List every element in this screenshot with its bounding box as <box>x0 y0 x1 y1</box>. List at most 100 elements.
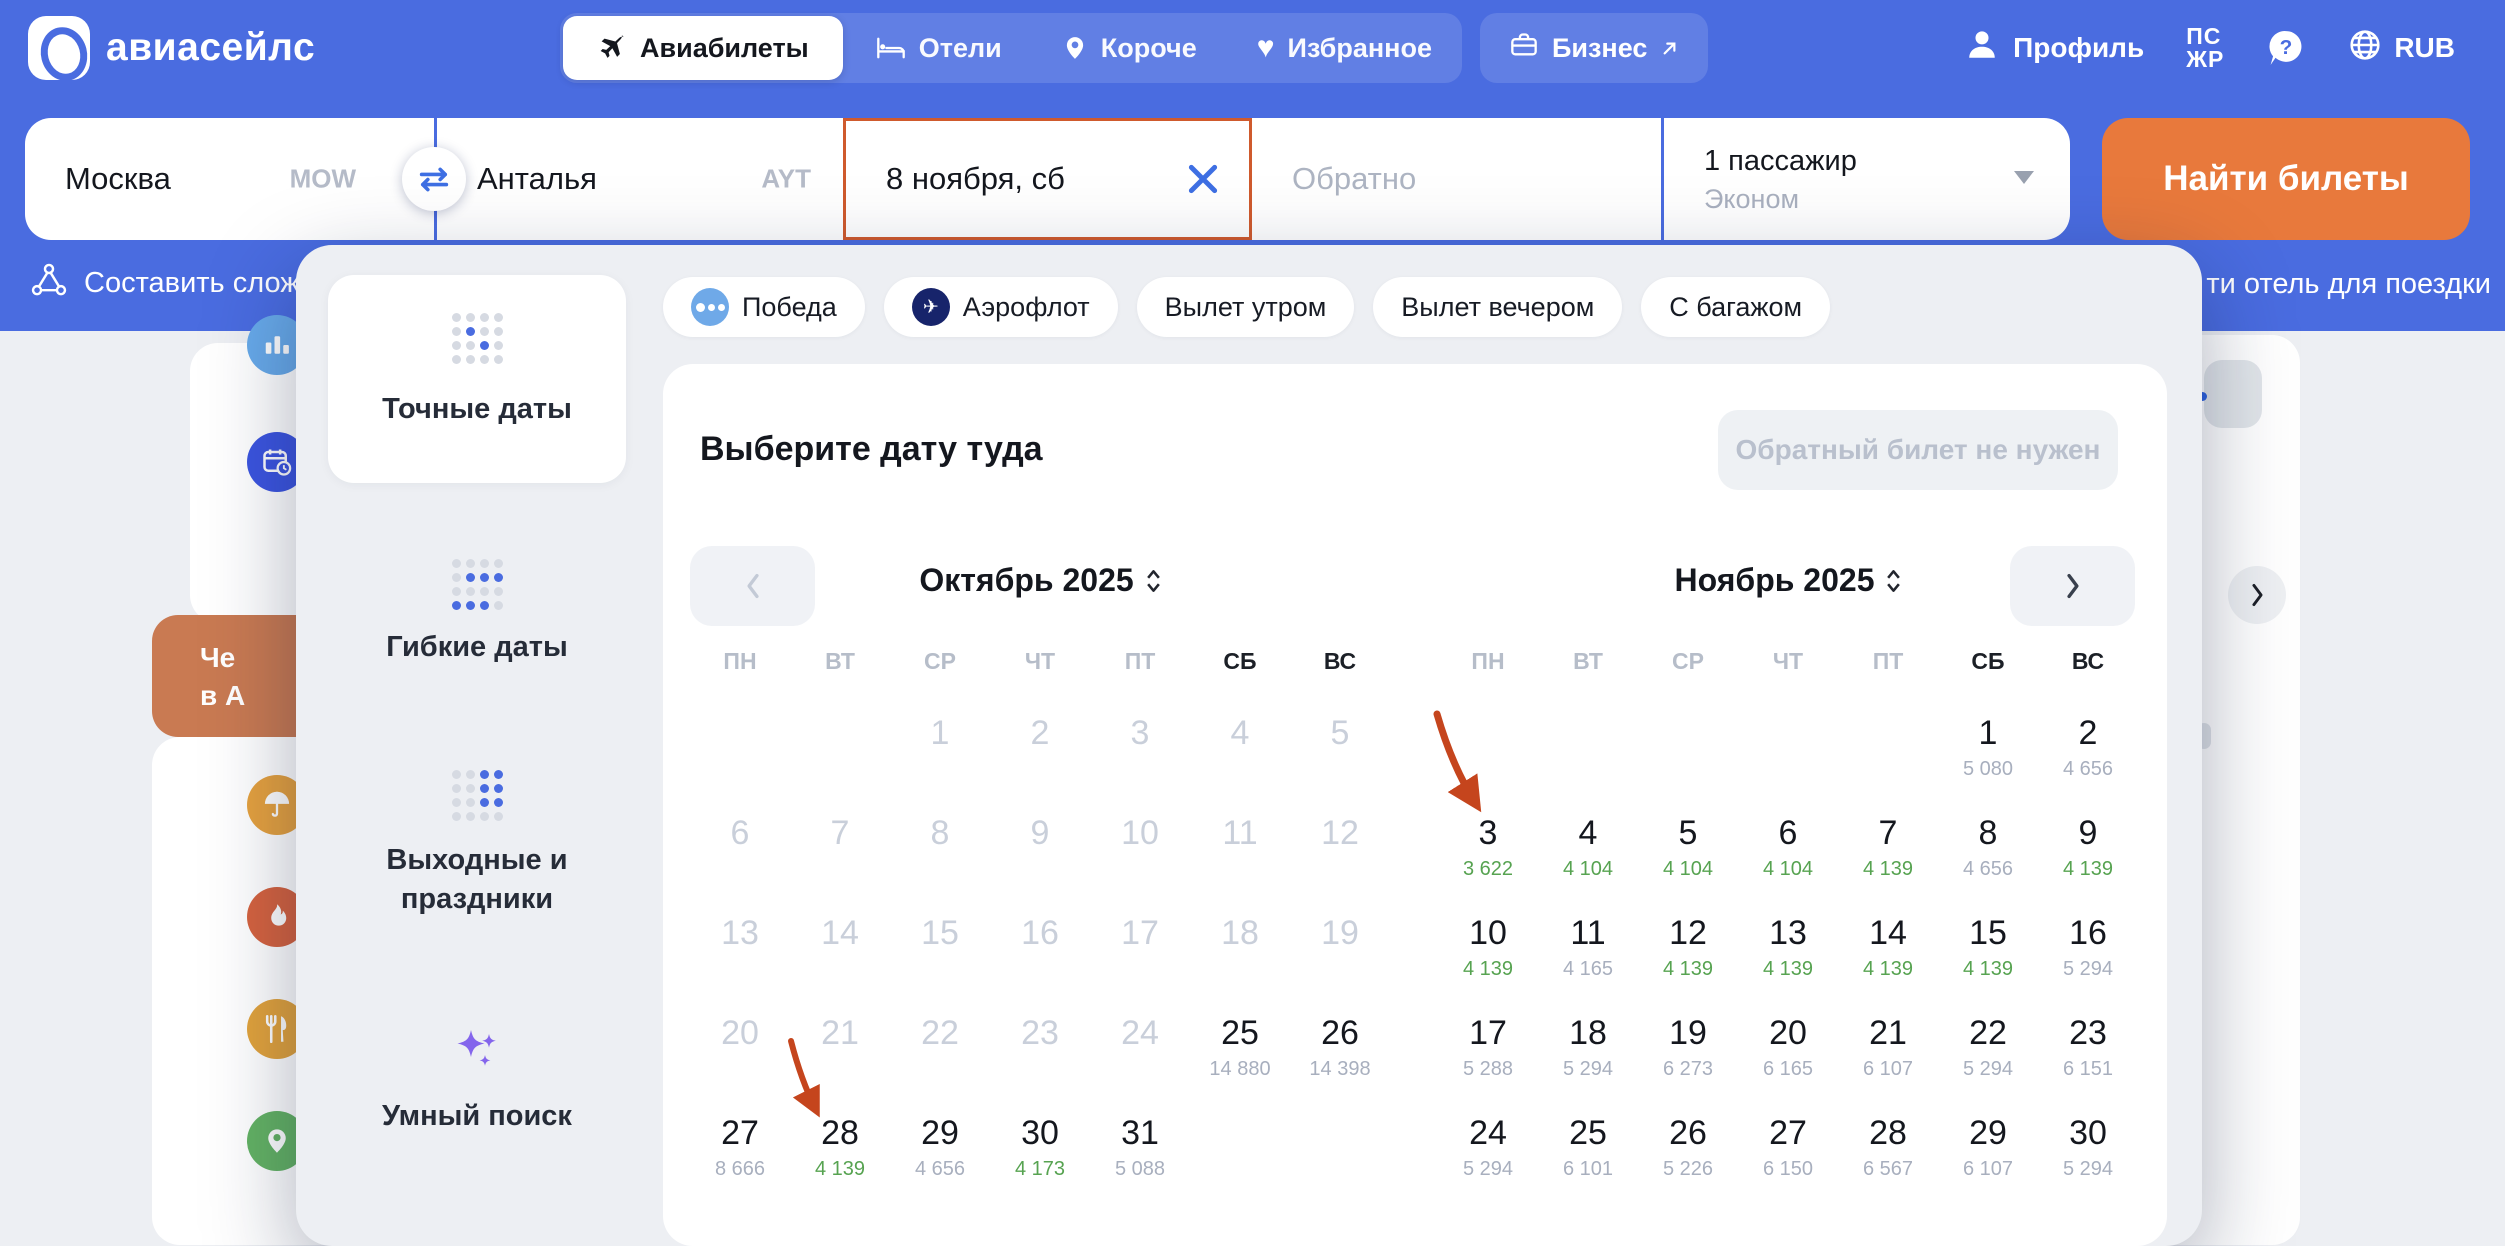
filter-chip[interactable]: Победа <box>663 277 865 337</box>
nav-tab-favorites[interactable]: ♥ Избранное <box>1227 13 1462 83</box>
calendar-day[interactable]: 21 6 107 <box>1838 1000 1938 1100</box>
datepicker-tab-smart-search[interactable]: Умный поиск <box>328 1022 626 1136</box>
day-number: 6 <box>690 812 790 854</box>
day-price: 14 880 <box>1190 1057 1290 1081</box>
datepicker-tab-flexible-dates[interactable]: Гибкие даты <box>328 559 626 667</box>
calendar-day[interactable]: 225 294 <box>1938 1000 2038 1100</box>
no-return-ticket-button[interactable]: Обратный билет не нужен <box>1718 410 2118 490</box>
filter-chip[interactable]: С багажом <box>1641 277 1830 337</box>
filter-chip-label: Аэрофлот <box>963 292 1090 323</box>
calendar-day[interactable]: 284 139 <box>790 1100 890 1200</box>
calendar-day[interactable]: 245 294 <box>1438 1100 1538 1200</box>
calendar-day[interactable]: 33 622 <box>1438 800 1538 900</box>
nav-tab-flights[interactable]: Авиабилеты <box>563 16 843 80</box>
day-price: 6 107 <box>1838 1057 1938 1081</box>
psjr-badge[interactable]: ПС ЖР <box>2186 25 2224 71</box>
calendar-day[interactable]: 154 139 <box>1938 900 2038 1000</box>
currency-selector[interactable]: RUB <box>2348 28 2455 69</box>
day-number: 21 <box>1838 1012 1938 1054</box>
globe-icon <box>2348 28 2382 69</box>
day-price: 4 104 <box>1538 857 1638 881</box>
calendar-day[interactable]: 2514 880 <box>1190 1000 1290 1100</box>
day-number: 28 <box>1838 1112 1938 1154</box>
calendar-day[interactable]: 24 656 <box>2038 700 2138 800</box>
nav-tab-hotels[interactable]: Отели <box>846 13 1032 83</box>
calendar-day[interactable]: 265 226 <box>1638 1100 1738 1200</box>
destination-value: Анталья <box>477 161 597 197</box>
day-number: 4 <box>1538 812 1638 854</box>
day-price: 4 139 <box>2038 857 2138 881</box>
day-price: 14 398 <box>1290 1057 1390 1081</box>
calendar-day[interactable]: 276 150 <box>1738 1100 1838 1200</box>
calendar-day[interactable]: 74 139 <box>1838 800 1938 900</box>
day-number: 1 <box>1938 712 2038 754</box>
weekday-label: ВТ <box>790 646 890 700</box>
calendar-day[interactable]: 236 151 <box>2038 1000 2138 1100</box>
nav-tab-koroche[interactable]: Короче <box>1032 13 1227 83</box>
flight-search-form: Москва MOW Анталья AYT 8 ноября, сб Обра… <box>25 118 2070 240</box>
day-number: 14 <box>790 912 890 954</box>
calendar-day[interactable]: 305 294 <box>2038 1100 2138 1200</box>
search-tickets-button[interactable]: Найти билеты <box>2102 118 2470 240</box>
calendar-day: 23 <box>990 1000 1090 1100</box>
day-price: 6 101 <box>1538 1157 1638 1181</box>
calendar-day[interactable]: 4 4 104 <box>1538 800 1638 900</box>
month-selector[interactable]: Октябрь 2025 <box>690 562 1390 599</box>
depart-date-field[interactable]: 8 ноября, сб <box>843 118 1252 240</box>
calendar-day[interactable]: 84 656 <box>1938 800 2038 900</box>
clear-date-icon[interactable] <box>1187 163 1219 195</box>
filter-chip[interactable]: ✈Аэрофлот <box>884 277 1118 337</box>
calendar-day[interactable]: 296 107 <box>1938 1100 2038 1200</box>
calendar-day[interactable]: 104 139 <box>1438 900 1538 1000</box>
calendar-day[interactable]: 286 567 <box>1838 1100 1938 1200</box>
nav-tab-business[interactable]: Бизнес <box>1480 13 1708 83</box>
calendar-day[interactable]: 206 165 <box>1738 1000 1838 1100</box>
calendar-day[interactable]: 294 656 <box>890 1100 990 1200</box>
origin-field[interactable]: Москва MOW <box>25 118 434 240</box>
calendar-day[interactable]: 64 104 <box>1738 800 1838 900</box>
day-number: 16 <box>2038 912 2138 954</box>
weekday-label: СБ <box>1190 646 1290 700</box>
calendar-day[interactable]: 144 139 <box>1838 900 1938 1000</box>
month-sort-icon <box>1886 568 1901 594</box>
calendar-day[interactable]: 15 080 <box>1938 700 2038 800</box>
month-selector[interactable]: Ноябрь 2025 <box>1438 562 2138 599</box>
month-label: Октябрь 2025 <box>919 562 1133 599</box>
calendar-day[interactable]: 124 139 <box>1638 900 1738 1000</box>
carousel-next-button[interactable] <box>2228 566 2286 624</box>
calendar-day[interactable]: 185 294 <box>1538 1000 1638 1100</box>
calendar-day: 4 <box>1190 700 1290 800</box>
find-hotel-link[interactable]: ти отель для поездки <box>2206 268 2491 301</box>
weekends-icon <box>452 770 503 821</box>
day-number: 22 <box>890 1012 990 1054</box>
return-date-field[interactable]: Обратно <box>1252 118 1661 240</box>
route-icon <box>30 262 68 304</box>
filter-chip[interactable]: Вылет вечером <box>1373 277 1622 337</box>
calendar-day[interactable]: 315 088 <box>1090 1100 1190 1200</box>
brand-logo[interactable]: авиасейлс <box>28 16 315 80</box>
calendar-day[interactable]: 256 101 <box>1538 1100 1638 1200</box>
calendar-day[interactable]: 54 104 <box>1638 800 1738 900</box>
calendar-day[interactable]: 304 173 <box>990 1100 1090 1200</box>
destination-field[interactable]: Анталья AYT <box>434 118 843 240</box>
day-price: 5 294 <box>1538 1057 1638 1081</box>
profile-button[interactable]: Профиль <box>1965 28 2144 69</box>
calendar-day[interactable]: 94 139 <box>2038 800 2138 900</box>
calendar-day[interactable]: 2614 398 <box>1290 1000 1390 1100</box>
day-number: 27 <box>1738 1112 1838 1154</box>
swap-direction-button[interactable] <box>402 147 466 211</box>
calendar-day[interactable]: 175 288 <box>1438 1000 1538 1100</box>
calendar-day: 14 <box>790 900 890 1000</box>
datepicker-tab-weekends[interactable]: Выходные и праздники <box>328 770 626 919</box>
filter-chip[interactable]: Вылет утром <box>1137 277 1355 337</box>
calendar-day[interactable]: 114 165 <box>1538 900 1638 1000</box>
calendar-day[interactable]: 196 273 <box>1638 1000 1738 1100</box>
calendar-day[interactable]: 134 139 <box>1738 900 1838 1000</box>
filter-chip-label: Вылет утром <box>1165 292 1327 323</box>
calendar-day[interactable]: 165 294 <box>2038 900 2138 1000</box>
datepicker-tab-exact-dates[interactable]: Точные даты <box>328 275 626 483</box>
help-button[interactable]: ? <box>2266 28 2306 68</box>
calendar-day[interactable]: 278 666 <box>690 1100 790 1200</box>
complex-route-link[interactable]: Составить сложн <box>30 262 316 304</box>
passengers-field[interactable]: 1 пассажир Эконом <box>1661 118 2070 240</box>
